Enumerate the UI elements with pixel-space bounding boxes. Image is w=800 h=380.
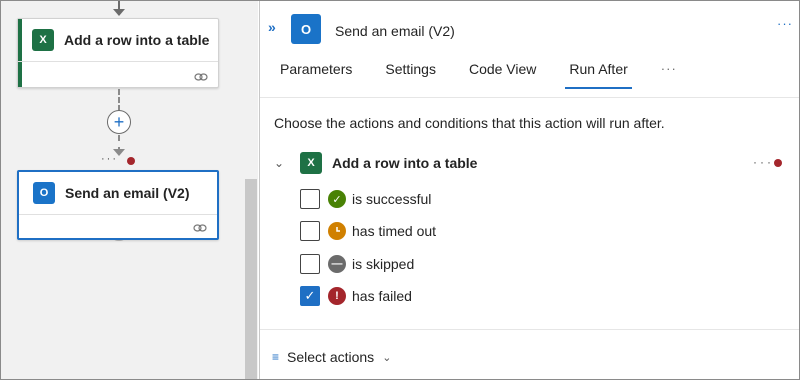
section-divider [260, 329, 799, 330]
run-after-dots-icon: ··· [101, 153, 118, 165]
card-title: Send an email (V2) [65, 185, 190, 201]
outlook-icon: O [291, 14, 321, 44]
checkbox-failed[interactable]: ✓ [300, 286, 320, 306]
checkbox-timed-out[interactable] [300, 221, 320, 241]
run-after-option-failed[interactable]: ✓ ! has failed [300, 285, 412, 307]
designer-canvas[interactable]: X Add a row into a table + ··· O Send an… [1, 1, 258, 379]
plus-icon: + [113, 112, 125, 132]
card-title: Add a row into a table [64, 32, 210, 48]
excel-icon: X [32, 29, 54, 51]
add-step-button[interactable]: + [107, 110, 131, 134]
panel-tabs: Parameters Settings Code View Run After … [280, 61, 677, 91]
tabs-overflow-icon[interactable]: ··· [661, 61, 677, 91]
collapse-panel-icon[interactable]: » [268, 19, 276, 35]
run-after-option-timed-out[interactable]: has timed out [300, 220, 436, 242]
action-card-add-row[interactable]: X Add a row into a table [17, 18, 219, 88]
action-details-panel: » O Send an email (V2) ··· Parameters Se… [259, 1, 799, 379]
tab-settings[interactable]: Settings [385, 61, 436, 91]
more-options-icon[interactable]: ··· [777, 16, 793, 31]
link-icon [194, 73, 208, 81]
run-after-description: Choose the actions and conditions that t… [274, 115, 665, 131]
tab-code-view[interactable]: Code View [469, 61, 536, 91]
outlook-icon: O [33, 182, 55, 204]
option-label: is skipped [352, 256, 415, 272]
card-header[interactable]: O Send an email (V2) [19, 172, 217, 214]
excel-icon: X [300, 152, 322, 174]
link-icon [193, 224, 207, 232]
checkbox-skipped[interactable] [300, 254, 320, 274]
tabs-divider [260, 97, 799, 98]
checkbox-successful[interactable] [300, 189, 320, 209]
canvas-scrollbar-thumb[interactable] [245, 179, 257, 379]
run-after-option-skipped[interactable]: — is skipped [300, 253, 414, 275]
select-actions-button[interactable]: ≡ Select actions ⌄ [272, 349, 391, 365]
check-circle-icon: ✓ [328, 190, 346, 208]
run-after-group-title: Add a row into a table [332, 155, 478, 171]
select-actions-label: Select actions [287, 349, 375, 365]
chevron-down-icon: ⌄ [382, 351, 392, 364]
run-after-group-header[interactable]: ⌄ X Add a row into a table ··· [274, 149, 784, 177]
card-footer [18, 61, 218, 87]
failed-indicator-dot [774, 159, 782, 167]
failed-indicator-dot [127, 157, 135, 165]
option-label: has failed [352, 288, 412, 304]
card-footer [19, 214, 217, 238]
error-circle-icon: ! [328, 287, 346, 305]
option-label: has timed out [352, 223, 437, 239]
checklist-icon: ≡ [272, 350, 280, 364]
clock-icon [328, 222, 346, 240]
arrow-down-icon [113, 9, 125, 16]
minus-circle-icon: — [328, 255, 346, 273]
clock-hands-icon [336, 227, 340, 232]
chevron-down-icon[interactable]: ⌄ [274, 156, 290, 170]
option-label: is successful [352, 191, 432, 207]
connector-line-dashed [118, 89, 120, 111]
run-after-option-successful[interactable]: ✓ is successful [300, 188, 431, 210]
tab-run-after[interactable]: Run After [565, 61, 633, 91]
group-more-icon[interactable]: ··· [753, 155, 774, 169]
action-card-send-email[interactable]: O Send an email (V2) [17, 170, 219, 240]
tab-parameters[interactable]: Parameters [280, 61, 352, 91]
card-header[interactable]: X Add a row into a table [18, 19, 218, 61]
panel-title[interactable]: Send an email (V2) [335, 23, 455, 39]
